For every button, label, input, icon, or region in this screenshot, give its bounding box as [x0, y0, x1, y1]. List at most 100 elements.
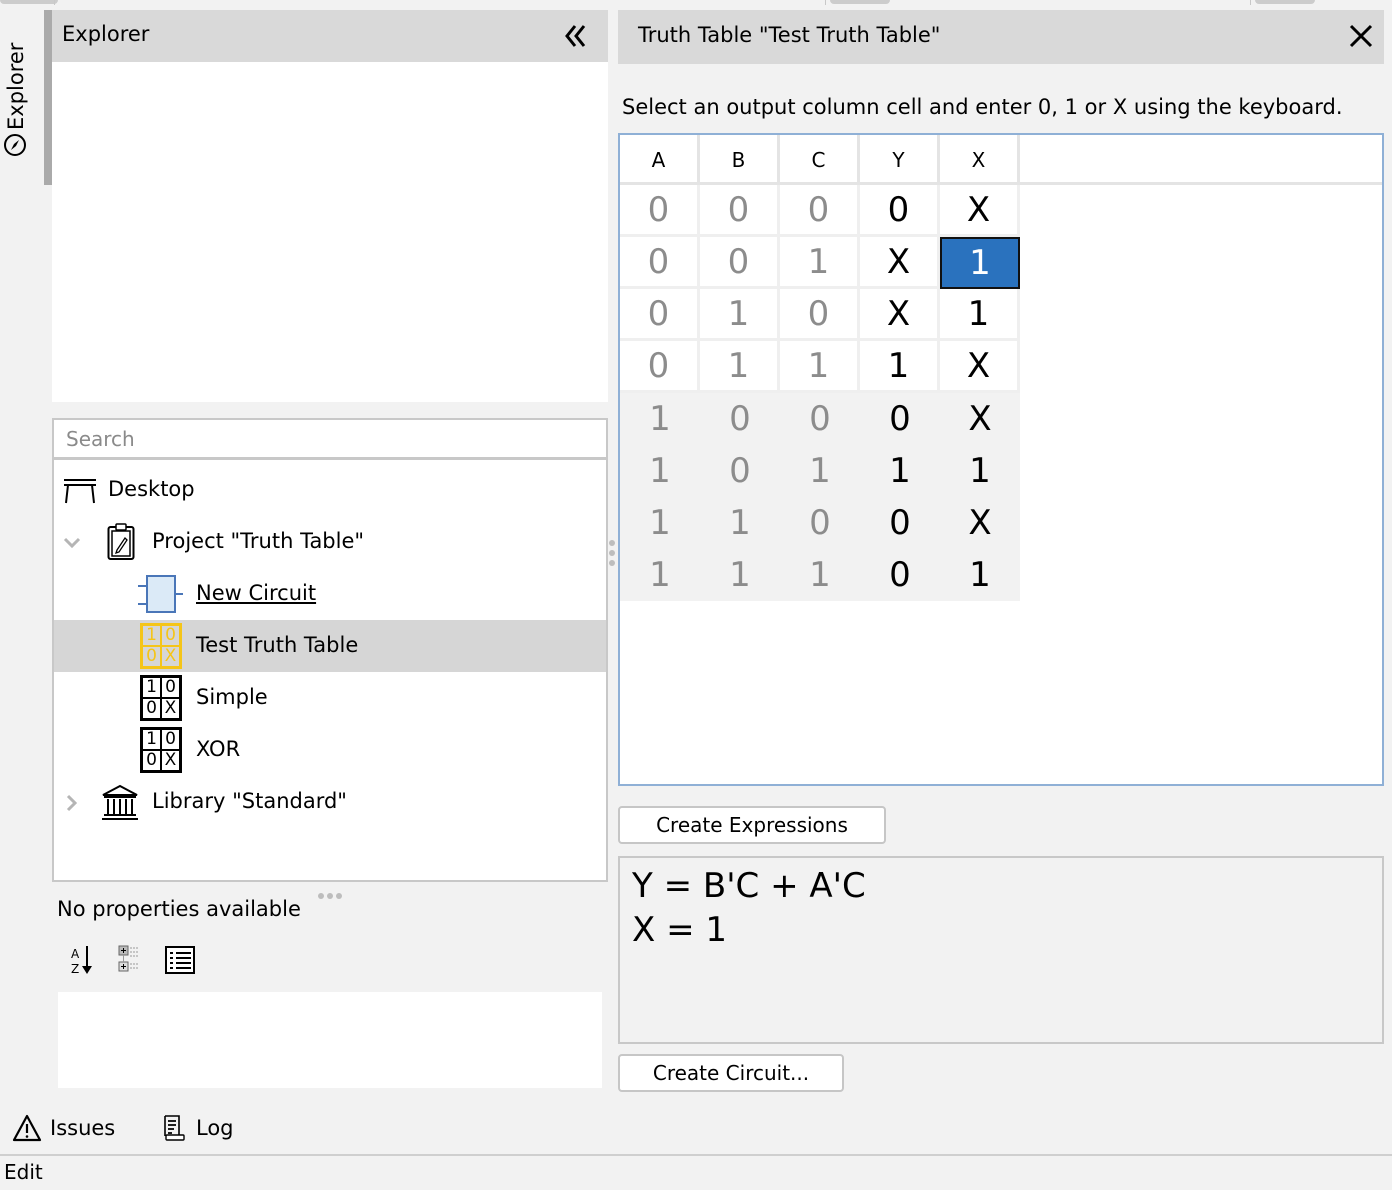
output-cell-x[interactable]: 1	[940, 549, 1020, 601]
input-cell-a: 0	[620, 237, 700, 289]
output-cell-x[interactable]: 1	[940, 237, 1020, 289]
instructions-text: Select an output column cell and enter 0…	[622, 95, 1343, 119]
input-cell-c: 1	[780, 237, 860, 289]
top-tab-separator	[825, 0, 826, 5]
tree-item-project[interactable]: Project "Truth Table"	[54, 516, 606, 568]
table-row: 10111	[620, 445, 1020, 497]
search-input[interactable]	[54, 420, 606, 460]
truth-table-icon: 1 0 0 X	[140, 727, 182, 773]
categorized-icon[interactable]	[114, 942, 148, 978]
table-header-row: A B C Y X	[620, 135, 1382, 185]
tree-item-xor[interactable]: 1 0 0 X XOR	[54, 724, 606, 776]
input-cell-b: 1	[700, 289, 780, 341]
input-cell-b: 0	[700, 185, 780, 237]
input-cell-a: 0	[620, 289, 700, 341]
expression-line-x: X = 1	[632, 910, 728, 950]
column-header-c: C	[780, 135, 860, 185]
input-cell-c: 0	[780, 289, 860, 341]
input-cell-b: 0	[700, 237, 780, 289]
input-cell-c: 1	[780, 341, 860, 393]
output-cell-x[interactable]: X	[940, 185, 1020, 237]
chevron-right-icon[interactable]	[62, 793, 82, 813]
truth-table-grid[interactable]: A B C Y X 0000X001X1010X10111X1000X10111…	[618, 133, 1384, 786]
icon-glyph: 0	[142, 750, 161, 771]
input-cell-b: 0	[729, 451, 751, 491]
tree-item-desktop[interactable]: Desktop	[54, 464, 606, 516]
tree-item-library-standard[interactable]: Library "Standard"	[54, 776, 606, 828]
top-tab-separator	[54, 0, 55, 5]
list-view-icon[interactable]	[164, 942, 198, 978]
tree-item-new-circuit[interactable]: New Circuit	[54, 568, 606, 620]
column-header-a: A	[620, 135, 700, 185]
sort-alphabetical-icon[interactable]: A Z	[66, 942, 100, 978]
output-cell-x[interactable]: X	[940, 497, 1020, 549]
icon-glyph: 0	[161, 729, 180, 750]
input-cell-c: 0	[780, 185, 860, 237]
top-tab-hint	[0, 0, 58, 4]
icon-glyph: 0	[142, 646, 161, 667]
output-cell-y[interactable]: X	[860, 289, 940, 341]
input-cell-b: 1	[729, 555, 751, 595]
expressions-output: Y = B'C + A'C X = 1	[618, 856, 1384, 1044]
icon-glyph: X	[161, 698, 180, 719]
input-cell-a: 0	[620, 341, 700, 393]
tree-item-simple[interactable]: 1 0 0 X Simple	[54, 672, 606, 724]
status-bar-divider	[0, 1154, 1392, 1156]
output-cell-y[interactable]: 1	[860, 445, 940, 497]
circuit-icon	[138, 575, 183, 613]
properties-table	[58, 992, 602, 1088]
input-cell-a: 0	[620, 185, 700, 237]
desk-icon	[64, 479, 96, 504]
create-circuit-button[interactable]: Create Circuit...	[618, 1054, 844, 1092]
input-cell-b: 0	[729, 399, 751, 439]
create-expressions-button[interactable]: Create Expressions	[618, 806, 886, 844]
output-cell-y[interactable]: 0	[860, 185, 940, 237]
output-cell-y[interactable]: 0	[860, 393, 940, 445]
column-header-x: X	[940, 135, 1020, 185]
icon-glyph: 1	[142, 677, 161, 698]
icon-glyph: X	[161, 646, 180, 667]
output-cell-x[interactable]: 1	[940, 289, 1020, 341]
table-row: 0000X	[620, 185, 1020, 237]
input-cell-a: 1	[649, 451, 671, 491]
tree-item-label: New Circuit	[196, 581, 317, 605]
icon-glyph: 0	[161, 677, 180, 698]
output-cell-y[interactable]: 0	[860, 549, 940, 601]
truth-table-title: Truth Table "Test Truth Table"	[638, 23, 941, 47]
tab-log[interactable]: Log	[162, 1112, 234, 1144]
table-row: 1100X	[620, 497, 1020, 549]
sidebar-tab-explorer[interactable]: Explorer	[0, 20, 32, 165]
truth-table-header: Truth Table "Test Truth Table"	[618, 10, 1384, 64]
input-cell-c: 1	[809, 555, 831, 595]
tree-item-label: XOR	[196, 737, 241, 761]
compass-icon	[4, 134, 26, 156]
vertical-splitter-handle[interactable]	[609, 540, 617, 570]
top-tab-hint	[1255, 0, 1315, 4]
horizontal-splitter-handle[interactable]	[318, 884, 346, 899]
tab-issues[interactable]: Issues	[12, 1112, 115, 1144]
input-cell-c: 0	[809, 399, 831, 439]
input-cell-a: 1	[649, 503, 671, 543]
project-tree-panel: Desktop Project "Truth Table" New Circui…	[52, 418, 608, 882]
close-icon[interactable]	[1348, 23, 1374, 49]
output-cell-x[interactable]: X	[940, 393, 1020, 445]
table-row: 0111X	[620, 341, 1020, 393]
log-icon	[164, 1115, 185, 1141]
tab-label: Log	[196, 1116, 234, 1140]
library-icon	[102, 784, 138, 820]
table-row: 1000X	[620, 393, 1020, 445]
tree-item-test-truth-table[interactable]: 1 0 0 X Test Truth Table	[54, 620, 606, 672]
chevron-down-icon[interactable]	[62, 533, 82, 553]
tree-item-label: Project "Truth Table"	[152, 529, 365, 553]
output-cell-x[interactable]: 1	[940, 445, 1020, 497]
output-cell-y[interactable]: X	[860, 237, 940, 289]
input-cell-c: 1	[809, 451, 831, 491]
explorer-content-area	[52, 62, 608, 402]
double-chevron-left-icon[interactable]	[562, 22, 590, 50]
tree-item-label: Test Truth Table	[196, 633, 359, 657]
icon-glyph: X	[161, 750, 180, 771]
input-cell-a: 1	[649, 555, 671, 595]
output-cell-x[interactable]: X	[940, 341, 1020, 393]
output-cell-y[interactable]: 0	[860, 497, 940, 549]
output-cell-y[interactable]: 1	[860, 341, 940, 393]
